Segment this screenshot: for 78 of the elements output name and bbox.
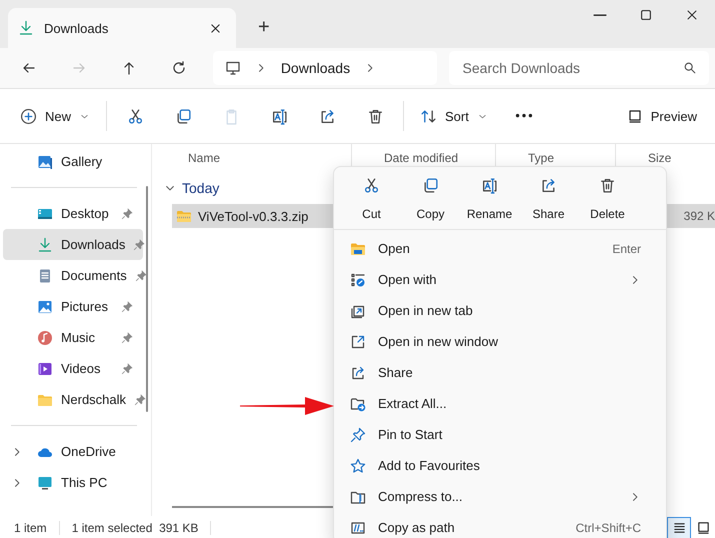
plus-circle-icon <box>20 108 37 124</box>
download-icon <box>37 236 53 252</box>
rename-icon <box>481 177 498 194</box>
folder-icon <box>350 240 366 256</box>
path-icon <box>350 520 366 536</box>
copy-icon <box>174 108 192 124</box>
sort-button[interactable]: Sort <box>412 98 496 134</box>
sidebar-item[interactable]: Desktop <box>3 198 143 229</box>
zip-folder-icon <box>176 208 192 224</box>
sidebar-item[interactable]: Documents <box>3 260 143 291</box>
menu-item[interactable]: Extract All... <box>337 388 663 419</box>
star-icon <box>350 458 366 474</box>
sort-icon <box>420 108 438 124</box>
menu-item[interactable]: Open Enter <box>337 233 663 264</box>
preview-button[interactable]: Preview <box>618 104 705 128</box>
download-icon <box>18 20 34 36</box>
menu-item[interactable]: Copy as path Ctrl+Shift+C <box>337 512 663 538</box>
pin-icon <box>350 426 366 442</box>
sidebar-item[interactable]: Music <box>3 322 143 353</box>
share-icon <box>540 177 557 194</box>
search-field[interactable]: Search Downloads <box>448 51 709 85</box>
trash-icon <box>599 177 616 194</box>
close-icon <box>209 22 222 34</box>
details-view-icon <box>672 520 686 535</box>
menu-item[interactable]: Open with <box>337 264 663 295</box>
menu-item[interactable]: Add to Favourites <box>337 450 663 481</box>
trash-icon <box>366 108 384 124</box>
tiles-view-icon <box>696 520 710 535</box>
tiles-view-icon <box>626 108 643 124</box>
sidebar-item[interactable]: OneDrive <box>3 436 143 467</box>
file-name: ViVeTool-v0.3.3.zip <box>198 208 308 224</box>
rename-icon <box>270 108 288 124</box>
minimize-icon <box>593 14 607 16</box>
extract-icon <box>350 396 366 412</box>
music-icon <box>37 330 53 346</box>
search-icon <box>682 61 697 75</box>
maximize-icon <box>639 8 653 22</box>
tab-title: Downloads <box>44 20 110 36</box>
pin-icon <box>121 208 133 220</box>
gallery-icon <box>37 154 53 170</box>
share-icon <box>350 364 366 380</box>
new-button[interactable]: New <box>12 98 98 134</box>
pin-icon <box>121 332 133 344</box>
sidebar-item[interactable]: Videos <box>3 353 143 384</box>
refresh-icon <box>171 60 188 76</box>
menu-item[interactable]: Open in new tab <box>337 295 663 326</box>
pin-icon <box>121 362 133 374</box>
sidebar-item[interactable]: Gallery <box>3 146 143 177</box>
sidebar-item[interactable]: Nerdschalk <box>3 384 143 415</box>
item-count: 1 item <box>14 520 60 534</box>
address-bar[interactable]: Downloads <box>212 51 437 85</box>
open-with-icon <box>350 272 366 288</box>
video-icon <box>37 360 53 376</box>
picture-icon <box>37 298 53 314</box>
menu-item[interactable]: Compress to... <box>337 481 663 512</box>
close-icon <box>685 8 699 22</box>
new-tab-button[interactable]: + <box>252 15 276 40</box>
scissors-icon <box>126 108 144 124</box>
details-view-button[interactable] <box>667 516 691 538</box>
window-tab[interactable]: Downloads <box>8 8 236 48</box>
copy-icon <box>422 177 439 194</box>
menu-item[interactable]: Open in new window <box>337 326 663 357</box>
computer-icon <box>37 474 53 490</box>
share-icon <box>318 108 336 124</box>
menu-item[interactable]: Share <box>337 357 663 388</box>
selection-info: 1 item selected 391 KB <box>72 520 212 534</box>
menu-item[interactable]: Pin to Start <box>337 419 663 450</box>
breadcrumb-item[interactable]: Downloads <box>280 60 350 76</box>
pin-icon <box>121 300 133 312</box>
monitor-icon <box>224 60 241 76</box>
sidebar-item[interactable]: This PC <box>3 467 143 498</box>
scissors-icon <box>363 177 380 194</box>
sidebar-item[interactable]: Downloads <box>3 229 143 260</box>
sidebar-item[interactable]: Pictures <box>3 291 143 322</box>
new-window-icon <box>350 334 366 350</box>
more-icon <box>514 113 533 119</box>
document-icon <box>37 268 53 284</box>
file-size: 392 K <box>684 209 715 223</box>
